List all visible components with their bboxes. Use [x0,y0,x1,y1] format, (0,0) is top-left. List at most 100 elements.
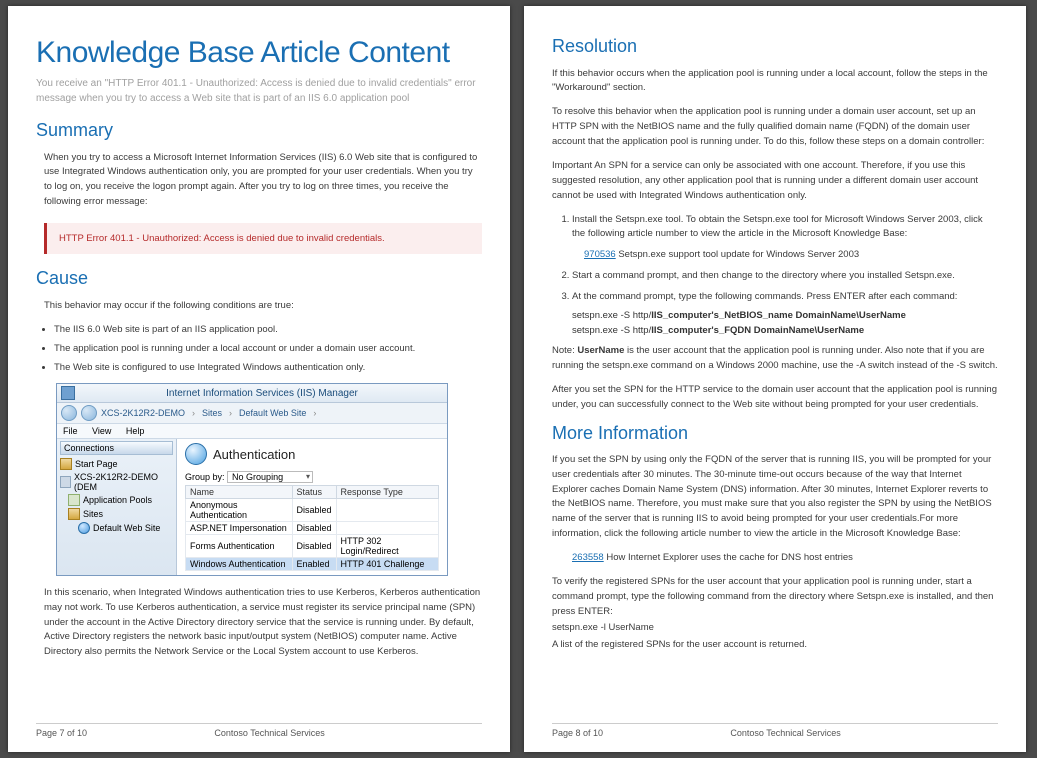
cmd-bold: IIS_computer's_FQDN DomainName\UserName [651,325,864,336]
footer-company: Contoso Technical Services [214,728,482,738]
groupby-dropdown[interactable]: No Grouping [227,471,313,483]
col-name[interactable]: Name [186,486,293,499]
summary-heading: Summary [36,120,482,141]
resolution-p2: To resolve this behavior when the applic… [552,105,998,149]
cause-item: The application pool is running under a … [54,342,482,357]
pool-icon [68,494,80,506]
footer-company: Contoso Technical Services [730,728,998,738]
kb-link-970536[interactable]: 970536 [584,249,616,260]
resolution-steps: Install the Setspn.exe tool. To obtain t… [572,213,998,305]
note-line: Note: UserName is the user account that … [552,344,998,373]
tree-start-page[interactable]: Start Page [60,457,173,471]
site-icon [78,522,90,534]
kb-link-text: Setspn.exe support tool update for Windo… [616,249,859,260]
groupby-label: Group by: [185,472,225,482]
tree-label: Default Web Site [93,523,160,533]
verify-text-2: A list of the registered SPNs for the us… [552,638,998,653]
menu-file[interactable]: File [63,426,78,436]
cell [336,522,438,535]
iis-titlebar: Internet Information Services (IIS) Mana… [57,384,447,403]
cell: Disabled [292,522,336,535]
after-spn-text: After you set the SPN for the HTTP servi… [552,383,998,412]
tree-server[interactable]: XCS-2K12R2-DEMO (DEM [60,471,173,493]
cmd-prefix: setspn.exe -S http/ [572,310,651,321]
footer-page-number: Page 8 of 10 [552,728,730,738]
breadcrumb-sep-icon [226,408,235,418]
feature-title: Authentication [213,447,295,462]
step-text: Install the Setspn.exe tool. To obtain t… [572,214,983,240]
more-info-text: If you set the SPN by using only the FQD… [552,453,998,541]
command-1: setspn.exe -S http/IIS_computer's_NetBIO… [572,310,998,321]
iis-connections-pane: Connections Start Page XCS-2K12R2-DEMO (… [57,439,177,575]
iis-addressbar: XCS-2K12R2-DEMO Sites Default Web Site [57,403,447,424]
resolution-heading: Resolution [552,36,998,57]
cmd-bold: IIS_computer's_NetBIOS_name DomainName\U… [651,310,906,321]
breadcrumb-sep-icon [189,408,198,418]
menu-help[interactable]: Help [126,426,145,436]
iis-app-icon [61,386,75,400]
breadcrumb-sites[interactable]: Sites [202,408,222,418]
verify-command: setspn.exe -l UserName [552,621,998,636]
col-status[interactable]: Status [292,486,336,499]
tree-label: XCS-2K12R2-DEMO (DEM [74,472,173,492]
resolution-important: Important An SPN for a service can only … [552,159,998,203]
breadcrumb-site[interactable]: Default Web Site [239,408,306,418]
cell: HTTP 401 Challenge [336,558,438,571]
tree-sites[interactable]: Sites [68,507,173,521]
menu-view[interactable]: View [92,426,111,436]
col-response[interactable]: Response Type [336,486,438,499]
cell: HTTP 302 Login/Redirect [336,535,438,558]
footer-page-number: Page 7 of 10 [36,728,214,738]
table-row-selected[interactable]: Windows Authentication Enabled HTTP 401 … [186,558,439,571]
cell: Disabled [292,535,336,558]
page-8: Resolution If this behavior occurs when … [524,6,1026,752]
note-bold: UserName [577,345,624,356]
tree-app-pools[interactable]: Application Pools [68,493,173,507]
home-icon [60,458,72,470]
step-1: Install the Setspn.exe tool. To obtain t… [572,213,998,263]
table-row[interactable]: Forms Authentication Disabled HTTP 302 L… [186,535,439,558]
document-viewport: Knowledge Base Article Content You recei… [0,0,1037,758]
scenario-text: In this scenario, when Integrated Window… [44,586,482,660]
page-footer: Page 8 of 10 Contoso Technical Services [552,723,998,738]
iis-manager-figure: Internet Information Services (IIS) Mana… [56,383,448,576]
auth-table: Name Status Response Type Anonymous Auth… [185,485,439,571]
nav-forward-icon[interactable] [81,405,97,421]
step-2: Start a command prompt, and then change … [572,269,998,284]
server-icon [60,476,71,488]
cell: Windows Authentication [186,558,293,571]
cause-item: The Web site is configured to use Integr… [54,361,482,376]
folder-icon [68,508,80,520]
breadcrumb-server[interactable]: XCS-2K12R2-DEMO [101,408,185,418]
cell: Forms Authentication [186,535,293,558]
cell: Disabled [292,499,336,522]
step-3: At the command prompt, type the followin… [572,290,998,305]
command-2: setspn.exe -S http/IIS_computer's_FQDN D… [572,325,998,336]
iis-main-pane: Authentication Group by: No Grouping Nam… [177,439,447,575]
iis-window-title: Internet Information Services (IIS) Mana… [81,388,443,399]
error-callout: HTTP Error 401.1 - Unauthorized: Access … [44,223,482,254]
page-footer: Page 7 of 10 Contoso Technical Services [36,723,482,738]
cause-list: The IIS 6.0 Web site is part of an IIS a… [54,323,482,375]
page-7: Knowledge Base Article Content You recei… [8,6,510,752]
cause-heading: Cause [36,268,482,289]
resolution-p1: If this behavior occurs when the applica… [552,67,998,96]
article-title: Knowledge Base Article Content [36,36,482,70]
cause-intro: This behavior may occur if the following… [44,299,482,314]
more-info-heading: More Information [552,423,998,444]
breadcrumb-sep-icon [310,408,319,418]
cause-item: The IIS 6.0 Web site is part of an IIS a… [54,323,482,338]
tree-default-site[interactable]: Default Web Site [78,521,173,535]
tree-label: Start Page [75,459,118,469]
cmd-prefix: setspn.exe -S http/ [572,325,651,336]
table-row[interactable]: ASP.NET Impersonation Disabled [186,522,439,535]
cell: Anonymous Authentication [186,499,293,522]
kb-link-263558[interactable]: 263558 [572,552,604,563]
globe-icon [185,443,207,465]
summary-text: When you try to access a Microsoft Inter… [44,151,482,210]
kb-link-text: How Internet Explorer uses the cache for… [604,552,853,563]
cell: Enabled [292,558,336,571]
iis-menubar: File View Help [57,424,447,439]
nav-back-icon[interactable] [61,405,77,421]
table-row[interactable]: Anonymous Authentication Disabled [186,499,439,522]
